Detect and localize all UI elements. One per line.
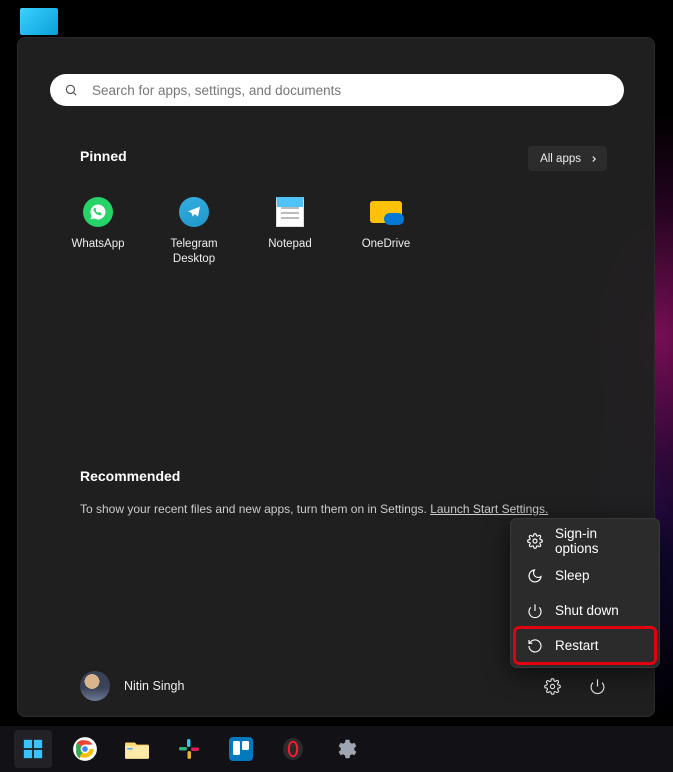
settings-icon bbox=[333, 737, 357, 761]
launch-start-settings-link[interactable]: Launch Start Settings. bbox=[430, 502, 548, 516]
moon-icon bbox=[527, 568, 543, 584]
whatsapp-icon bbox=[82, 196, 114, 228]
search-input[interactable] bbox=[92, 83, 610, 98]
power-menu-label: Shut down bbox=[555, 603, 619, 618]
start-menu-footer: Nitin Singh bbox=[18, 656, 654, 716]
windows-icon bbox=[22, 738, 44, 760]
search-icon bbox=[64, 83, 78, 97]
power-icon bbox=[589, 678, 606, 695]
chevron-right-icon bbox=[589, 154, 599, 164]
recommended-title: Recommended bbox=[80, 468, 180, 484]
telegram-icon bbox=[178, 196, 210, 228]
gear-icon bbox=[527, 533, 543, 549]
pinned-item-whatsapp[interactable]: WhatsApp bbox=[50, 192, 146, 267]
search-bar[interactable] bbox=[50, 74, 624, 106]
power-menu-sleep[interactable]: Sleep bbox=[515, 558, 655, 593]
power-icon bbox=[527, 603, 543, 619]
all-apps-button[interactable]: All apps bbox=[528, 146, 607, 171]
pinned-item-notepad[interactable]: Notepad bbox=[242, 192, 338, 267]
opera-button[interactable] bbox=[274, 730, 312, 768]
user-account-button[interactable]: Nitin Singh bbox=[80, 671, 184, 701]
chrome-button[interactable] bbox=[66, 730, 104, 768]
power-menu-shut-down[interactable]: Shut down bbox=[515, 593, 655, 628]
pinned-grid: WhatsApp Telegram Desktop Notepad OneDri… bbox=[50, 192, 434, 267]
power-menu-label: Sign-in options bbox=[555, 526, 643, 556]
pinned-label: WhatsApp bbox=[71, 237, 124, 252]
settings-button[interactable] bbox=[544, 678, 561, 695]
power-menu-label: Restart bbox=[555, 638, 599, 653]
start-menu: Pinned All apps WhatsApp Telegram Deskto… bbox=[17, 37, 655, 717]
pinned-item-onedrive[interactable]: OneDrive bbox=[338, 192, 434, 267]
pinned-title: Pinned bbox=[80, 148, 127, 164]
active-app-thumbnail bbox=[20, 8, 58, 35]
trello-button[interactable] bbox=[222, 730, 260, 768]
slack-button[interactable] bbox=[170, 730, 208, 768]
chrome-icon bbox=[72, 736, 98, 762]
onedrive-icon bbox=[370, 196, 402, 228]
pinned-label: OneDrive bbox=[362, 237, 411, 252]
power-menu-label: Sleep bbox=[555, 568, 590, 583]
pinned-label: Notepad bbox=[268, 237, 311, 252]
slack-icon bbox=[177, 737, 201, 761]
gear-icon bbox=[544, 678, 561, 695]
power-menu: Sign-in options Sleep Shut down Restart bbox=[510, 518, 660, 668]
avatar bbox=[80, 671, 110, 701]
taskbar bbox=[0, 726, 673, 772]
pinned-item-telegram[interactable]: Telegram Desktop bbox=[146, 192, 242, 267]
notepad-icon bbox=[274, 196, 306, 228]
pinned-label: Telegram Desktop bbox=[170, 237, 217, 267]
all-apps-label: All apps bbox=[540, 153, 581, 165]
recommended-text: To show your recent files and new apps, … bbox=[80, 502, 548, 516]
power-button[interactable] bbox=[589, 678, 606, 695]
opera-icon bbox=[281, 737, 305, 761]
settings-button[interactable] bbox=[326, 730, 364, 768]
start-button[interactable] bbox=[14, 730, 52, 768]
power-menu-signin-options[interactable]: Sign-in options bbox=[515, 523, 655, 558]
user-name: Nitin Singh bbox=[124, 679, 184, 693]
explorer-icon bbox=[124, 737, 150, 761]
trello-icon bbox=[229, 737, 253, 761]
restart-icon bbox=[527, 638, 543, 654]
explorer-button[interactable] bbox=[118, 730, 156, 768]
